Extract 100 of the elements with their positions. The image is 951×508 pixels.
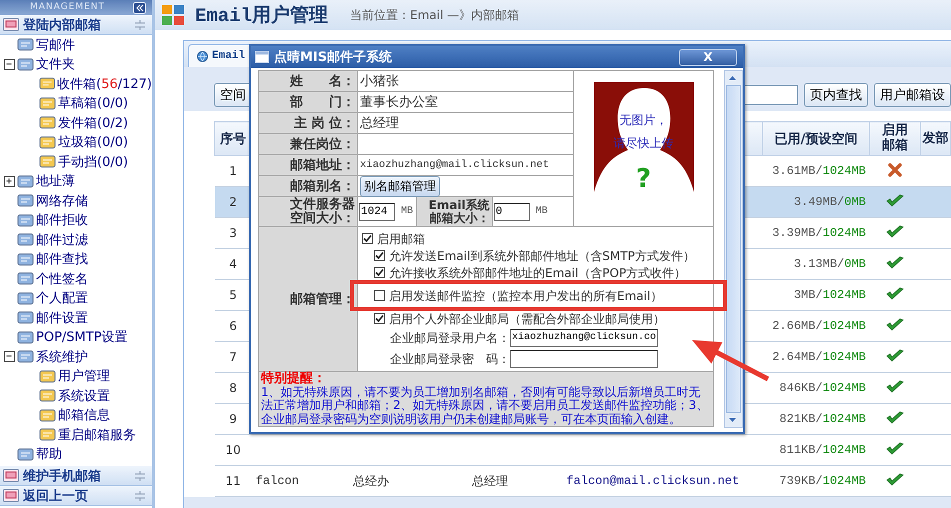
tile-icon [17,212,34,228]
field-label: 企业邮局登录密 码： [390,352,510,366]
collapse-sidebar-icon[interactable] [133,2,146,14]
menu-item-link[interactable]: 邮箱信息 [58,406,110,424]
checkbox-label[interactable]: 启用邮箱 [377,232,425,246]
menu-item-link[interactable]: 系统设置 [58,386,110,405]
tile-icon [39,134,56,150]
input-field[interactable]: 0 [494,202,530,220]
checkbox-label[interactable]: 允许发送Email到系统外部邮件地址（含SMTP方式发件） [389,248,695,262]
position-cell: 总经理 [436,466,544,496]
menu-item-link[interactable]: 垃圾箱(0/0) [58,133,128,152]
checkbox-label[interactable]: 启用个人外部企业邮局（需配合外部企业邮局使用） [389,312,665,326]
expand-toggle-icon[interactable] [4,176,15,187]
unit-label: MB [401,206,414,217]
tile-icon [38,76,56,92]
checkbox-label[interactable]: 启用发送邮件监控（监控本用户发出的所有Email） [389,288,662,302]
space-cell: 3.13MB/0MB [762,248,870,280]
tile-icon [39,154,56,170]
field-value: 董事长办公室 [358,92,574,113]
tile-icon [39,96,56,111]
tile-icon [17,330,34,345]
column-header[interactable]: 启用邮箱 [870,122,921,156]
tile-icon [39,388,56,404]
tile-icon [17,193,34,208]
space-cell: 3MB/1024MB [762,280,870,310]
checkbox-label[interactable]: 允许接收系统外部邮件地址的Email（含POP方式收件） [389,266,686,280]
input-field[interactable]: 1024 [359,202,395,220]
tile-icon [17,310,34,326]
alias-manage-button[interactable]: 别名邮箱管理 [360,176,440,196]
checkbox[interactable] [374,250,385,261]
toolbar-button[interactable]: 用户邮箱设 [874,83,951,107]
tile-icon [39,115,56,130]
mailbox-icon [3,489,19,502]
field-label: 企业邮局登录用户名： [390,330,510,344]
menu-item-link[interactable]: 文件夹 [36,55,75,74]
menu-item-link[interactable]: 收件箱(56/127) [57,74,152,93]
collapse-toggle-icon[interactable] [4,351,15,362]
globe-icon [197,50,208,62]
column-header[interactable]: 已用/预设空间 [762,122,870,156]
space-cell: 821KB/1024MB [762,404,870,434]
menu-item-link[interactable]: 邮件查找 [36,250,88,268]
toolbar-button[interactable]: 页内查找 [804,83,868,107]
menu-item-link[interactable]: 用户管理 [58,367,110,386]
section-header[interactable]: 维护手机邮箱 [0,466,152,486]
menu-item-link[interactable]: 写邮件 [36,36,75,54]
close-button[interactable]: X [679,48,737,66]
row-number: 2 [214,186,252,218]
input-field[interactable]: xiaozhuzhang@clicksun.co [510,328,658,346]
field-label: 邮箱管理： [259,227,358,372]
menu-item-link[interactable]: 草稿箱(0/0) [58,94,128,112]
menu-item-link[interactable]: 个人配置 [36,289,88,308]
name-cell: falcon [252,466,350,496]
tile-icon [17,349,34,364]
tile-icon [17,232,34,248]
field-label: 姓 名： [259,71,358,92]
tile-icon [17,174,34,189]
tile-icon [17,37,34,52]
breadcrumb: 当前位置：Email —》内部邮箱 [350,6,520,24]
menu-item-link[interactable]: 网络存储 [36,192,88,210]
menu-item-link[interactable]: 系统维护 [36,348,88,366]
column-header[interactable]: 序号 [214,122,252,156]
field-label: 主 岗 位： [259,113,358,134]
email-cell: falcon@mail.clicksun.net [543,466,762,496]
table-row[interactable]: 11 falcon 总经办 总经理 falcon@mail.clicksun.net 739KB/1024MB [214,466,950,496]
department-cell: 总经办 [349,466,437,496]
collapse-toggle-icon[interactable] [4,58,15,70]
field-label: 文件服务器空间大小： [259,197,358,227]
space-cell: 811KB/1024MB [762,434,870,466]
input-field[interactable] [510,350,658,368]
field-label: 邮箱别名： [259,176,358,197]
menu-item-link[interactable]: 帮助 [36,445,62,464]
menu-item-link[interactable]: 手动挡(0/0) [58,152,128,171]
space-cell: 3.49MB/0MB [762,186,870,218]
column-header[interactable]: 发部 [920,122,950,156]
page-title: Email用户管理 [195,4,328,28]
tile-icon [39,427,56,442]
menu-item-link[interactable]: POP/SMTP设置 [36,328,128,346]
field-label: 兼任岗位： [259,134,358,155]
menu-item-link[interactable]: 重启邮箱服务 [58,426,136,444]
unit-label: MB [536,206,548,217]
section-header[interactable]: 返回上一页 [0,486,152,506]
section-header[interactable]: 登陆内部邮箱 [0,15,152,35]
tile-icon [17,271,34,286]
tile-icon [17,446,34,462]
menu-item-link[interactable]: 个性签名 [36,270,88,288]
space-cell: 2.66MB/1024MB [762,310,870,342]
field-value: 小猪张 [358,71,574,92]
checkbox[interactable] [374,267,385,278]
space-cell: 739KB/1024MB [762,466,870,496]
checkbox[interactable] [374,290,385,301]
menu-item-link[interactable]: 邮件过滤 [36,230,88,249]
menu-item-link[interactable]: 邮件拒收 [36,211,88,230]
menu-item-link[interactable]: 发件箱(0/2) [58,114,128,132]
no-photo-text: 无图片， [620,112,668,128]
scrollbar[interactable] [724,70,743,428]
menu-item-link[interactable]: 邮件设置 [36,308,88,327]
checkbox[interactable] [362,233,373,244]
menu-item-link[interactable]: 地址薄 [36,172,75,190]
checkbox[interactable] [374,313,385,324]
field-label: 邮箱地址： [259,155,358,176]
